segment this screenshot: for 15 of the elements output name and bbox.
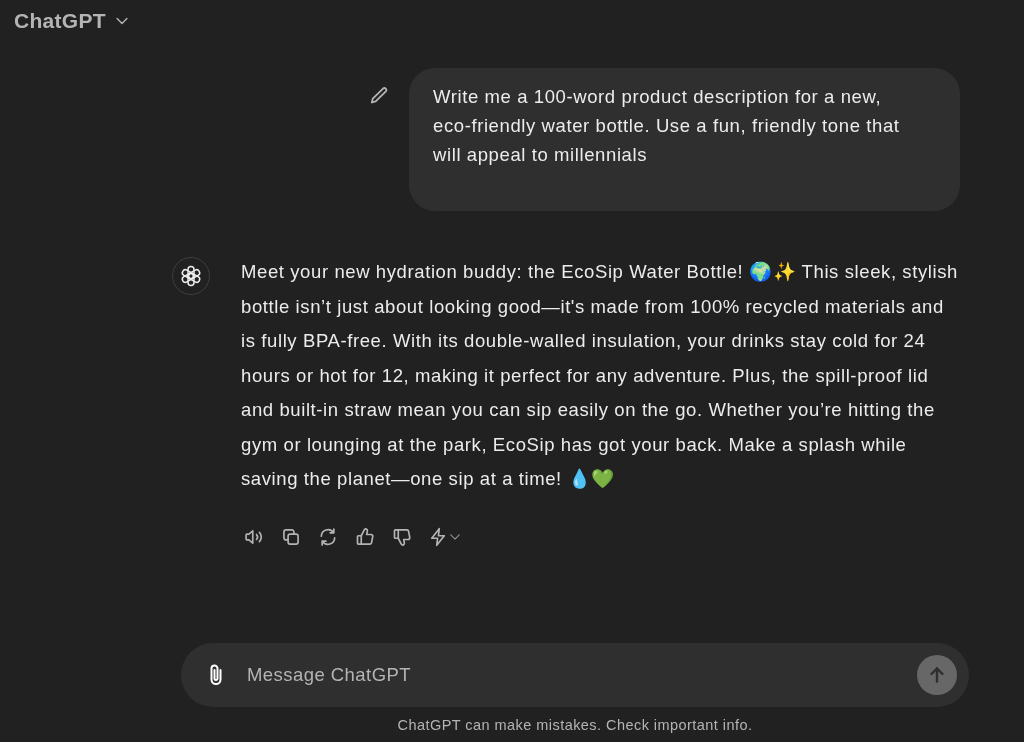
knot-logo-icon: [172, 257, 210, 295]
edit-button[interactable]: [370, 86, 388, 104]
send-button[interactable]: [917, 655, 957, 695]
copy-icon: [281, 526, 301, 547]
assistant-message: Meet your new hydration buddy: the EcoSip Water Bottle! 🌍✨ This sleek, stylish bottle isn’t just about looking good—it's made from 100% recycled materials and is fully BPA-free. With its double-walled insulation, your drinks stay cold for 24 hours or hot for 12, making it perfect for any adventure. Plus, the spill-proof lid and built-in straw mean you can sip easily on the go. Whether you’re hitting the gym or lounging at the park, EcoSip has got your back. Make a splash while saving the planet—one sip at a time! 💧💚: [241, 260, 959, 491]
message-input[interactable]: Message ChatGPT: [247, 661, 917, 689]
refresh-icon: [318, 526, 338, 547]
model-menu-button[interactable]: ChatGPT: [14, 5, 129, 37]
user-message: Write me a 100-word product description for a new, eco-friendly water bottle. Use a fun, friendly tone that will appeal to millennials: [409, 68, 960, 211]
composer-bar[interactable]: Message ChatGPT: [181, 643, 969, 707]
disclaimer-text: ChatGPT can make mistakes. Check important info.: [397, 717, 753, 735]
thumbs-down-icon: [392, 526, 412, 547]
thumbs-up-icon: [355, 526, 375, 547]
arrow-up-icon: [927, 665, 947, 685]
pencil-icon: [370, 86, 388, 104]
